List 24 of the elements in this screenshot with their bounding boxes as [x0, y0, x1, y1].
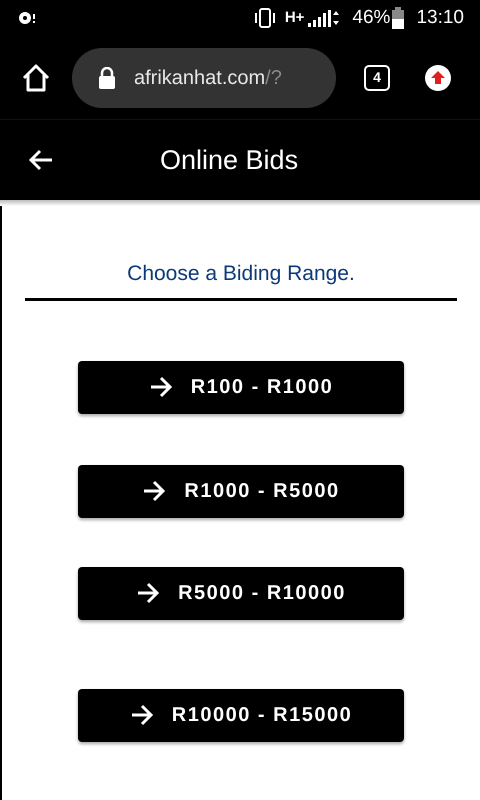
url-host: afrikanhat.com [134, 66, 266, 90]
range-button[interactable]: R1000 - R5000 [78, 464, 404, 518]
back-icon[interactable] [28, 148, 54, 172]
clock-time: 13:10 [416, 6, 464, 30]
tab-count-button[interactable]: 4 [364, 64, 390, 90]
home-icon[interactable] [20, 62, 52, 94]
arrow-icon [136, 582, 160, 604]
arrow-icon [130, 704, 154, 726]
arrow-icon [142, 480, 166, 502]
url-bar[interactable]: afrikanhat.com/? [72, 48, 336, 108]
network-type: H+ [284, 8, 304, 28]
notification-icon [16, 10, 38, 26]
range-button[interactable]: R5000 - R10000 [78, 566, 404, 620]
upload-icon[interactable] [424, 64, 452, 92]
arrow-icon [148, 376, 173, 398]
url-path: /? [265, 66, 282, 90]
battery-icon [392, 7, 404, 29]
section-heading: Choose a Biding Range. [127, 261, 355, 287]
lock-icon [98, 66, 116, 88]
page-title: Online Bids [160, 144, 298, 177]
battery-percent: 46% [352, 6, 390, 30]
range-button[interactable]: R10000 - R15000 [78, 688, 404, 742]
range-button[interactable]: R100 - R1000 [78, 360, 404, 414]
vibrate-icon [252, 8, 277, 28]
